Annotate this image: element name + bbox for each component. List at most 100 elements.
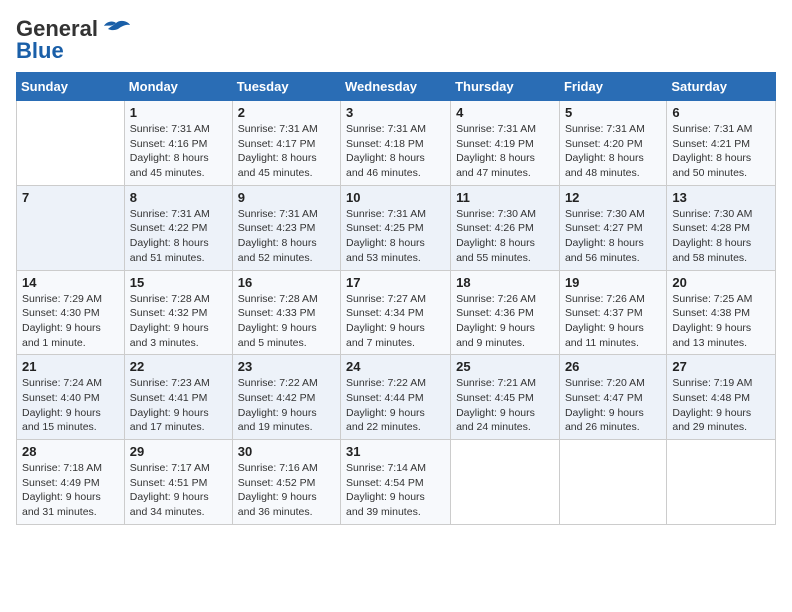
- day-info: Sunrise: 7:18 AMSunset: 4:49 PMDaylight:…: [22, 461, 119, 520]
- weekday-header-sunday: Sunday: [17, 73, 125, 101]
- calendar-cell: 18 Sunrise: 7:26 AMSunset: 4:36 PMDayligh…: [451, 270, 560, 355]
- calendar-week-5: 28 Sunrise: 7:18 AMSunset: 4:49 PMDayligh…: [17, 440, 776, 525]
- day-info: Sunrise: 7:25 AMSunset: 4:38 PMDaylight:…: [672, 292, 770, 351]
- day-info: Sunrise: 7:30 AMSunset: 4:26 PMDaylight:…: [456, 207, 554, 266]
- calendar-cell: 17Sunrise: 7:27 AMSunset: 4:34 PMDayligh…: [341, 270, 451, 355]
- calendar-cell: [17, 101, 125, 186]
- day-number: 1: [130, 105, 227, 120]
- weekday-row: SundayMondayTuesdayWednesdayThursdayFrid…: [17, 73, 776, 101]
- calendar-cell: 12 Sunrise: 7:30 AMSunset: 4:27 PMDayligh…: [559, 185, 666, 270]
- day-info: Sunrise: 7:30 AMSunset: 4:27 PMDaylight:…: [565, 207, 661, 266]
- day-info: Sunrise: 7:31 AMSunset: 4:22 PMDaylight:…: [130, 207, 227, 266]
- calendar-week-3: 14 Sunrise: 7:29 AMSunset: 4:30 PMDayligh…: [17, 270, 776, 355]
- calendar-cell: 27 Sunrise: 7:19 AMSunset: 4:48 PMDayligh…: [667, 355, 776, 440]
- calendar-cell: 19Sunrise: 7:26 AMSunset: 4:37 PMDayligh…: [559, 270, 666, 355]
- day-number: 23: [238, 359, 335, 374]
- day-number: 21: [22, 359, 119, 374]
- calendar-cell: 1 Sunrise: 7:31 AMSunset: 4:16 PMDaylight…: [124, 101, 232, 186]
- day-number: 7: [22, 190, 119, 205]
- calendar-cell: 16 Sunrise: 7:28 AMSunset: 4:33 PMDayligh…: [232, 270, 340, 355]
- calendar-cell: 28 Sunrise: 7:18 AMSunset: 4:49 PMDayligh…: [17, 440, 125, 525]
- day-info: Sunrise: 7:26 AMSunset: 4:36 PMDaylight:…: [456, 292, 554, 351]
- page-header: General Blue: [16, 16, 776, 64]
- calendar-cell: 5 Sunrise: 7:31 AMSunset: 4:20 PMDaylight…: [559, 101, 666, 186]
- day-number: 12: [565, 190, 661, 205]
- day-info: Sunrise: 7:28 AMSunset: 4:33 PMDaylight:…: [238, 292, 335, 351]
- calendar-cell: 30 Sunrise: 7:16 AMSunset: 4:52 PMDayligh…: [232, 440, 340, 525]
- day-number: 30: [238, 444, 335, 459]
- day-info: Sunrise: 7:31 AMSunset: 4:20 PMDaylight:…: [565, 122, 661, 181]
- calendar-cell: 25 Sunrise: 7:21 AMSunset: 4:45 PMDayligh…: [451, 355, 560, 440]
- day-number: 31: [346, 444, 445, 459]
- calendar-cell: 14 Sunrise: 7:29 AMSunset: 4:30 PMDayligh…: [17, 270, 125, 355]
- day-info: Sunrise: 7:22 AMSunset: 4:44 PMDaylight:…: [346, 376, 445, 435]
- day-info: Sunrise: 7:31 AMSunset: 4:23 PMDaylight:…: [238, 207, 335, 266]
- calendar-cell: 8 Sunrise: 7:31 AMSunset: 4:22 PMDaylight…: [124, 185, 232, 270]
- day-number: 24: [346, 359, 445, 374]
- day-info: Sunrise: 7:31 AMSunset: 4:17 PMDaylight:…: [238, 122, 335, 181]
- day-info: Sunrise: 7:30 AMSunset: 4:28 PMDaylight:…: [672, 207, 770, 266]
- day-info: Sunrise: 7:16 AMSunset: 4:52 PMDaylight:…: [238, 461, 335, 520]
- logo-blue: Blue: [16, 38, 64, 64]
- calendar-cell: 20 Sunrise: 7:25 AMSunset: 4:38 PMDayligh…: [667, 270, 776, 355]
- calendar-cell: [667, 440, 776, 525]
- day-info: Sunrise: 7:26 AMSunset: 4:37 PMDaylight:…: [565, 292, 661, 351]
- day-number: 22: [130, 359, 227, 374]
- day-number: 14: [22, 275, 119, 290]
- calendar-cell: 2 Sunrise: 7:31 AMSunset: 4:17 PMDaylight…: [232, 101, 340, 186]
- day-info: Sunrise: 7:31 AMSunset: 4:25 PMDaylight:…: [346, 207, 445, 266]
- weekday-header-tuesday: Tuesday: [232, 73, 340, 101]
- day-number: 13: [672, 190, 770, 205]
- weekday-header-saturday: Saturday: [667, 73, 776, 101]
- day-info: Sunrise: 7:31 AMSunset: 4:18 PMDaylight:…: [346, 122, 445, 181]
- day-info: Sunrise: 7:21 AMSunset: 4:45 PMDaylight:…: [456, 376, 554, 435]
- day-number: 20: [672, 275, 770, 290]
- day-info: Sunrise: 7:31 AMSunset: 4:19 PMDaylight:…: [456, 122, 554, 181]
- calendar-cell: 6 Sunrise: 7:31 AMSunset: 4:21 PMDaylight…: [667, 101, 776, 186]
- day-number: 4: [456, 105, 554, 120]
- calendar-cell: 3 Sunrise: 7:31 AMSunset: 4:18 PMDaylight…: [341, 101, 451, 186]
- calendar-week-2: 78 Sunrise: 7:31 AMSunset: 4:22 PMDayligh…: [17, 185, 776, 270]
- day-info: Sunrise: 7:17 AMSunset: 4:51 PMDaylight:…: [130, 461, 227, 520]
- day-number: 3: [346, 105, 445, 120]
- calendar-cell: 13 Sunrise: 7:30 AMSunset: 4:28 PMDayligh…: [667, 185, 776, 270]
- calendar-cell: 24 Sunrise: 7:22 AMSunset: 4:44 PMDayligh…: [341, 355, 451, 440]
- day-info: Sunrise: 7:31 AMSunset: 4:16 PMDaylight:…: [130, 122, 227, 181]
- logo: General Blue: [16, 16, 130, 64]
- day-number: 27: [672, 359, 770, 374]
- day-info: Sunrise: 7:20 AMSunset: 4:47 PMDaylight:…: [565, 376, 661, 435]
- calendar-cell: 23Sunrise: 7:22 AMSunset: 4:42 PMDayligh…: [232, 355, 340, 440]
- day-number: 25: [456, 359, 554, 374]
- day-number: 5: [565, 105, 661, 120]
- day-info: Sunrise: 7:29 AMSunset: 4:30 PMDaylight:…: [22, 292, 119, 351]
- calendar-table: SundayMondayTuesdayWednesdayThursdayFrid…: [16, 72, 776, 525]
- day-number: 16: [238, 275, 335, 290]
- calendar-cell: 7: [17, 185, 125, 270]
- day-number: 2: [238, 105, 335, 120]
- day-info: Sunrise: 7:19 AMSunset: 4:48 PMDaylight:…: [672, 376, 770, 435]
- day-number: 11: [456, 190, 554, 205]
- day-info: Sunrise: 7:14 AMSunset: 4:54 PMDaylight:…: [346, 461, 445, 520]
- weekday-header-friday: Friday: [559, 73, 666, 101]
- calendar-cell: 10Sunrise: 7:31 AMSunset: 4:25 PMDayligh…: [341, 185, 451, 270]
- calendar-week-1: 1 Sunrise: 7:31 AMSunset: 4:16 PMDaylight…: [17, 101, 776, 186]
- calendar-cell: 4 Sunrise: 7:31 AMSunset: 4:19 PMDaylight…: [451, 101, 560, 186]
- weekday-header-wednesday: Wednesday: [341, 73, 451, 101]
- day-number: 8: [130, 190, 227, 205]
- day-number: 6: [672, 105, 770, 120]
- calendar-header: SundayMondayTuesdayWednesdayThursdayFrid…: [17, 73, 776, 101]
- calendar-week-4: 21 Sunrise: 7:24 AMSunset: 4:40 PMDayligh…: [17, 355, 776, 440]
- day-info: Sunrise: 7:23 AMSunset: 4:41 PMDaylight:…: [130, 376, 227, 435]
- day-number: 18: [456, 275, 554, 290]
- calendar-cell: 11 Sunrise: 7:30 AMSunset: 4:26 PMDayligh…: [451, 185, 560, 270]
- day-info: Sunrise: 7:28 AMSunset: 4:32 PMDaylight:…: [130, 292, 227, 351]
- day-number: 28: [22, 444, 119, 459]
- day-info: Sunrise: 7:27 AMSunset: 4:34 PMDaylight:…: [346, 292, 445, 351]
- day-info: Sunrise: 7:31 AMSunset: 4:21 PMDaylight:…: [672, 122, 770, 181]
- calendar-cell: 26Sunrise: 7:20 AMSunset: 4:47 PMDayligh…: [559, 355, 666, 440]
- day-info: Sunrise: 7:24 AMSunset: 4:40 PMDaylight:…: [22, 376, 119, 435]
- calendar-cell: [559, 440, 666, 525]
- calendar-cell: 21 Sunrise: 7:24 AMSunset: 4:40 PMDayligh…: [17, 355, 125, 440]
- calendar-cell: 29Sunrise: 7:17 AMSunset: 4:51 PMDayligh…: [124, 440, 232, 525]
- calendar-cell: 9Sunrise: 7:31 AMSunset: 4:23 PMDaylight…: [232, 185, 340, 270]
